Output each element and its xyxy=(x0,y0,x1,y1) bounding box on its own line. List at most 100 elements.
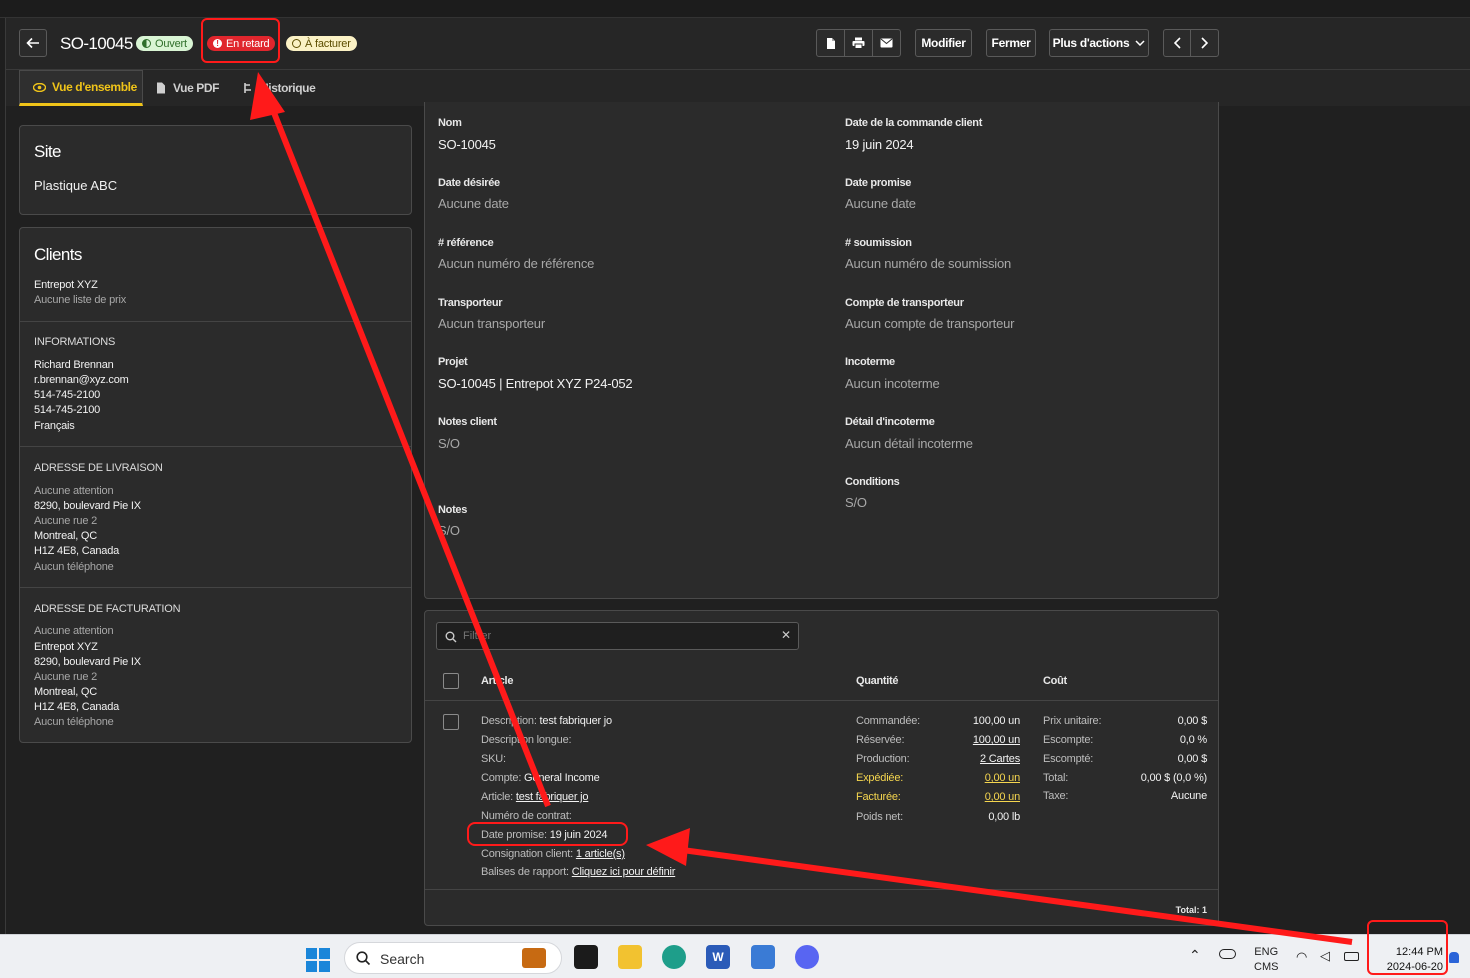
article-link[interactable]: test fabriquer jo xyxy=(516,791,589,803)
column-article[interactable]: Article xyxy=(481,675,513,687)
printer-icon xyxy=(852,37,865,49)
divider xyxy=(425,700,1218,701)
tab-overview[interactable]: Vue d'ensemble xyxy=(19,70,143,106)
column-quantity[interactable]: Quantité xyxy=(856,675,899,687)
filter-input[interactable] xyxy=(463,628,763,644)
status-badge-to-bill: À facturer xyxy=(286,36,357,51)
reserved-value-link[interactable]: 100,00 un xyxy=(973,734,1020,746)
history-icon xyxy=(244,83,251,93)
tab-history[interactable]: Historique xyxy=(242,70,316,106)
billing-company: Entrepot XYZ xyxy=(34,641,98,653)
tab-bar: Vue d'ensemble Vue PDF Historique xyxy=(6,70,1470,106)
shipped-value-link[interactable]: 0,00 un xyxy=(985,772,1021,784)
article-field: Article: test fabriquer jo xyxy=(481,791,589,803)
sku-field: SKU: xyxy=(481,753,506,765)
billing-phone: Aucun téléphone xyxy=(34,716,114,728)
back-button[interactable] xyxy=(19,29,47,57)
more-actions-button[interactable]: Plus d'actions xyxy=(1049,29,1149,57)
chevron-left-icon xyxy=(1173,37,1181,49)
column-cost[interactable]: Coût xyxy=(1043,675,1067,687)
carrier-account-label: Compte de transporteur xyxy=(845,297,964,309)
filter-input-wrapper[interactable]: ✕ xyxy=(436,622,799,650)
windows-logo-icon xyxy=(306,948,330,972)
production-value-link[interactable]: 2 Cartes xyxy=(980,753,1020,765)
clients-card: Clients Entrepot XYZ Aucune liste de pri… xyxy=(19,227,412,743)
order-date-label: Date de la commande client xyxy=(845,117,983,129)
contact-phone-1: 514-745-2100 xyxy=(34,389,101,401)
notification-bell-icon[interactable] xyxy=(1449,952,1459,963)
contact-email[interactable]: r.brennan@xyz.com xyxy=(34,373,129,388)
cloud-icon[interactable] xyxy=(1219,949,1236,959)
taskbar-search-box[interactable]: Search xyxy=(344,942,562,974)
envelope-icon xyxy=(880,38,893,48)
status-badge-to-bill-label: À facturer xyxy=(305,37,351,50)
details-card: Nom SO-10045 Date de la commande client … xyxy=(424,102,1219,599)
pdf-button[interactable] xyxy=(816,29,845,57)
total-label: Total: xyxy=(1043,772,1069,784)
page-title: SO-10045 xyxy=(60,34,133,53)
delivery-postal: H1Z 4E8, Canada xyxy=(34,545,120,557)
word-icon[interactable]: W xyxy=(706,945,730,969)
arrow-left-icon xyxy=(26,37,39,49)
annotation-box-clock xyxy=(1367,920,1448,975)
client-name: Entrepot XYZ xyxy=(34,279,98,291)
items-card: ✕ Article Quantité Coût Description: tes… xyxy=(424,610,1219,926)
consignment-field: Consignation client: 1 article(s) xyxy=(481,848,625,860)
tab-pdf-view[interactable]: Vue PDF xyxy=(156,70,220,106)
print-button[interactable] xyxy=(844,29,873,57)
billing-city: Montreal, QC xyxy=(34,686,98,698)
chat-app-icon[interactable] xyxy=(751,945,775,969)
client-notes-value: S/O xyxy=(438,436,460,451)
divider xyxy=(20,446,411,447)
project-label: Projet xyxy=(438,356,468,368)
tax-value: Aucune xyxy=(1170,790,1207,802)
edit-button[interactable]: Modifier xyxy=(915,29,972,57)
long-description-field: Description longue: xyxy=(481,734,572,746)
language-indicator[interactable]: ENG CMS xyxy=(1254,945,1278,975)
items-total: Total: 1 xyxy=(1175,905,1207,915)
delivery-street2: Aucune rue 2 xyxy=(34,515,98,527)
window-top-strip xyxy=(0,0,1470,18)
tax-label: Taxe: xyxy=(1043,790,1069,802)
promised-date-label: Date promise xyxy=(845,177,912,189)
close-button[interactable]: Fermer xyxy=(986,29,1036,57)
volume-icon[interactable]: ◁ xyxy=(1320,948,1330,964)
discord-icon[interactable] xyxy=(795,945,819,969)
next-button[interactable] xyxy=(1190,29,1219,57)
carrier-label: Transporteur xyxy=(438,297,503,309)
ordered-value: 100,00 un xyxy=(972,715,1020,727)
chevron-up-icon[interactable]: ⌃ xyxy=(1189,947,1201,964)
delivery-attention: Aucune attention xyxy=(34,485,114,497)
annotation-box-promised-date xyxy=(467,822,628,846)
battery-icon[interactable] xyxy=(1344,952,1359,961)
description-field: Description: test fabriquer jo xyxy=(481,715,612,727)
site-title: Site xyxy=(34,142,62,161)
discounted-label: Escompté: xyxy=(1043,753,1094,765)
row-checkbox[interactable] xyxy=(443,714,459,730)
billing-street2: Aucune rue 2 xyxy=(34,671,98,683)
edge-browser-icon[interactable] xyxy=(662,945,686,969)
account-field: Compte: General Income xyxy=(481,772,600,784)
submission-value: Aucun numéro de soumission xyxy=(845,256,1012,271)
report-tags-link[interactable]: Cliquez ici pour définir xyxy=(572,866,676,878)
billed-value-link[interactable]: 0,00 un xyxy=(985,791,1021,803)
clear-filter-icon[interactable]: ✕ xyxy=(781,628,791,642)
delivery-street: 8290, boulevard Pie IX xyxy=(34,500,141,512)
desired-date-value: Aucune date xyxy=(438,196,509,211)
consignment-link[interactable]: 1 article(s) xyxy=(576,848,625,860)
select-all-checkbox[interactable] xyxy=(443,673,459,689)
previous-button[interactable] xyxy=(1163,29,1191,57)
start-button[interactable] xyxy=(306,948,330,972)
incoterm-label: Incoterme xyxy=(845,356,895,368)
keyboard-layout: CMS xyxy=(1254,961,1279,973)
net-weight-label: Poids net: xyxy=(856,811,903,823)
divider xyxy=(425,889,1218,890)
status-badge-open-label: Ouvert xyxy=(155,37,187,50)
email-button[interactable] xyxy=(872,29,901,57)
desired-date-label: Date désirée xyxy=(438,177,500,189)
billing-attention: Aucune attention xyxy=(34,625,114,637)
file-app-icon[interactable] xyxy=(574,945,598,969)
wifi-icon[interactable]: ◠ xyxy=(1296,949,1307,965)
folder-icon[interactable] xyxy=(618,945,642,969)
shipped-label: Expédiée: xyxy=(856,772,904,784)
